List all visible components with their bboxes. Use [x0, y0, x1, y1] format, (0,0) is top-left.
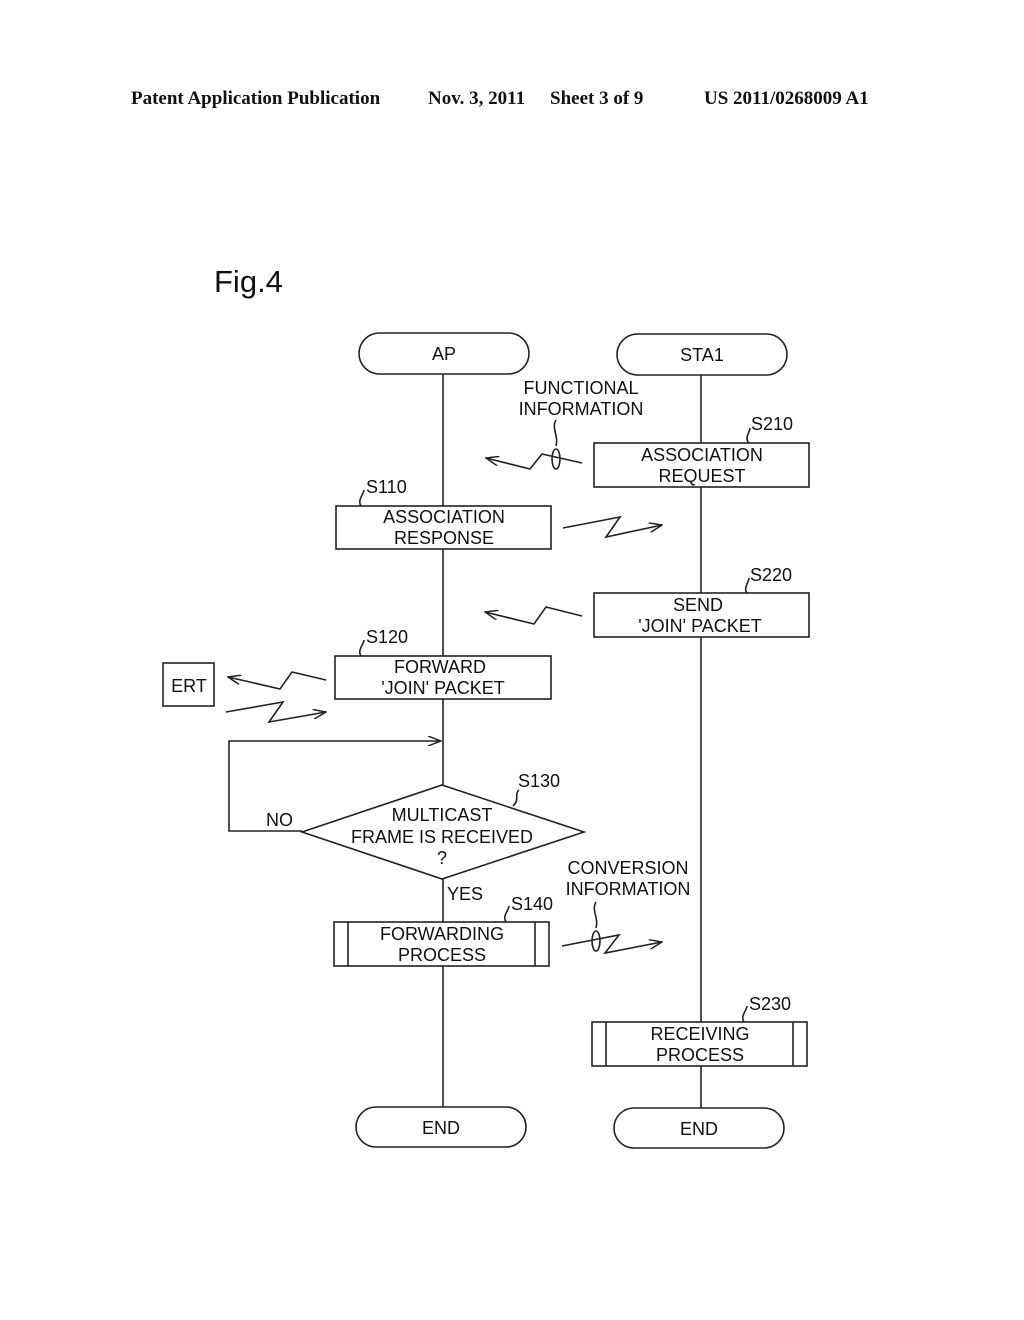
s230-leader: [741, 1005, 748, 1023]
signal-forward-to-ert: [228, 671, 327, 690]
annotation-conversion-information: CONVERSION INFORMATION: [566, 858, 691, 952]
s130-line1: MULTICAST: [392, 805, 493, 825]
ap-end-terminator: END: [355, 1106, 527, 1148]
flowchart: AP STA1 END END ASSOCIATION REQUEST S210…: [162, 332, 810, 1149]
s130-leader: [512, 789, 520, 807]
s220-line2: 'JOIN' PACKET: [638, 616, 762, 636]
s210-leader: [746, 427, 751, 444]
s220-ref: S220: [750, 565, 792, 585]
ert-label: ERT: [171, 676, 207, 696]
sta-end-label: END: [680, 1119, 718, 1139]
s110-line2: RESPONSE: [394, 528, 494, 548]
s220-leader: [744, 577, 750, 594]
signal-from-ert: [225, 700, 326, 724]
s120-line1: FORWARD: [394, 657, 486, 677]
s130-ref: S130: [518, 771, 560, 791]
s130-line2: FRAME IS RECEIVED: [351, 827, 533, 847]
s140-ref: S140: [511, 894, 553, 914]
sta-start-terminator: STA1: [616, 333, 788, 376]
functional-leader: [553, 419, 558, 447]
s140-line2: PROCESS: [398, 945, 486, 965]
conversion-line1: CONVERSION: [567, 858, 688, 878]
signal-join-packet: [485, 606, 583, 625]
s140-leader: [503, 905, 510, 923]
sta-end-terminator: END: [613, 1107, 785, 1149]
ap-end-label: END: [422, 1118, 460, 1138]
conversion-line2: INFORMATION: [566, 879, 691, 899]
s130-yes-label: YES: [447, 884, 483, 904]
signal-association-request: [486, 453, 583, 470]
conversion-loop-icon: [591, 930, 601, 952]
functional-line2: INFORMATION: [519, 399, 644, 419]
s210-line1: ASSOCIATION: [641, 445, 763, 465]
functional-line1: FUNCTIONAL: [523, 378, 638, 398]
conversion-leader: [593, 901, 598, 929]
s230-line2: PROCESS: [656, 1045, 744, 1065]
s130-line3: ?: [437, 848, 447, 868]
s130-no-label: NO: [266, 810, 293, 830]
s120-ref: S120: [366, 627, 408, 647]
s210-line2: REQUEST: [658, 466, 745, 486]
s140-line1: FORWARDING: [380, 924, 504, 944]
signal-association-response: [562, 515, 662, 539]
s230-line1: RECEIVING: [650, 1024, 749, 1044]
s110-line1: ASSOCIATION: [383, 507, 505, 527]
ap-start-terminator: AP: [358, 332, 530, 375]
sta-start-label: STA1: [680, 345, 724, 365]
step-s130-decision: MULTICAST FRAME IS RECEIVED ? S130 NO YE…: [266, 771, 587, 904]
ert-box: ERT: [162, 662, 215, 707]
functional-loop-icon: [551, 448, 561, 470]
s220-line1: SEND: [673, 595, 723, 615]
s120-leader: [358, 639, 365, 657]
step-s230: RECEIVING PROCESS S230: [591, 994, 808, 1067]
ap-start-label: AP: [432, 344, 456, 364]
s110-leader: [358, 489, 365, 507]
s230-ref: S230: [749, 994, 791, 1014]
signal-conversion: [561, 933, 662, 955]
s210-ref: S210: [751, 414, 793, 434]
s120-line2: 'JOIN' PACKET: [381, 678, 505, 698]
s110-ref: S110: [366, 477, 407, 497]
